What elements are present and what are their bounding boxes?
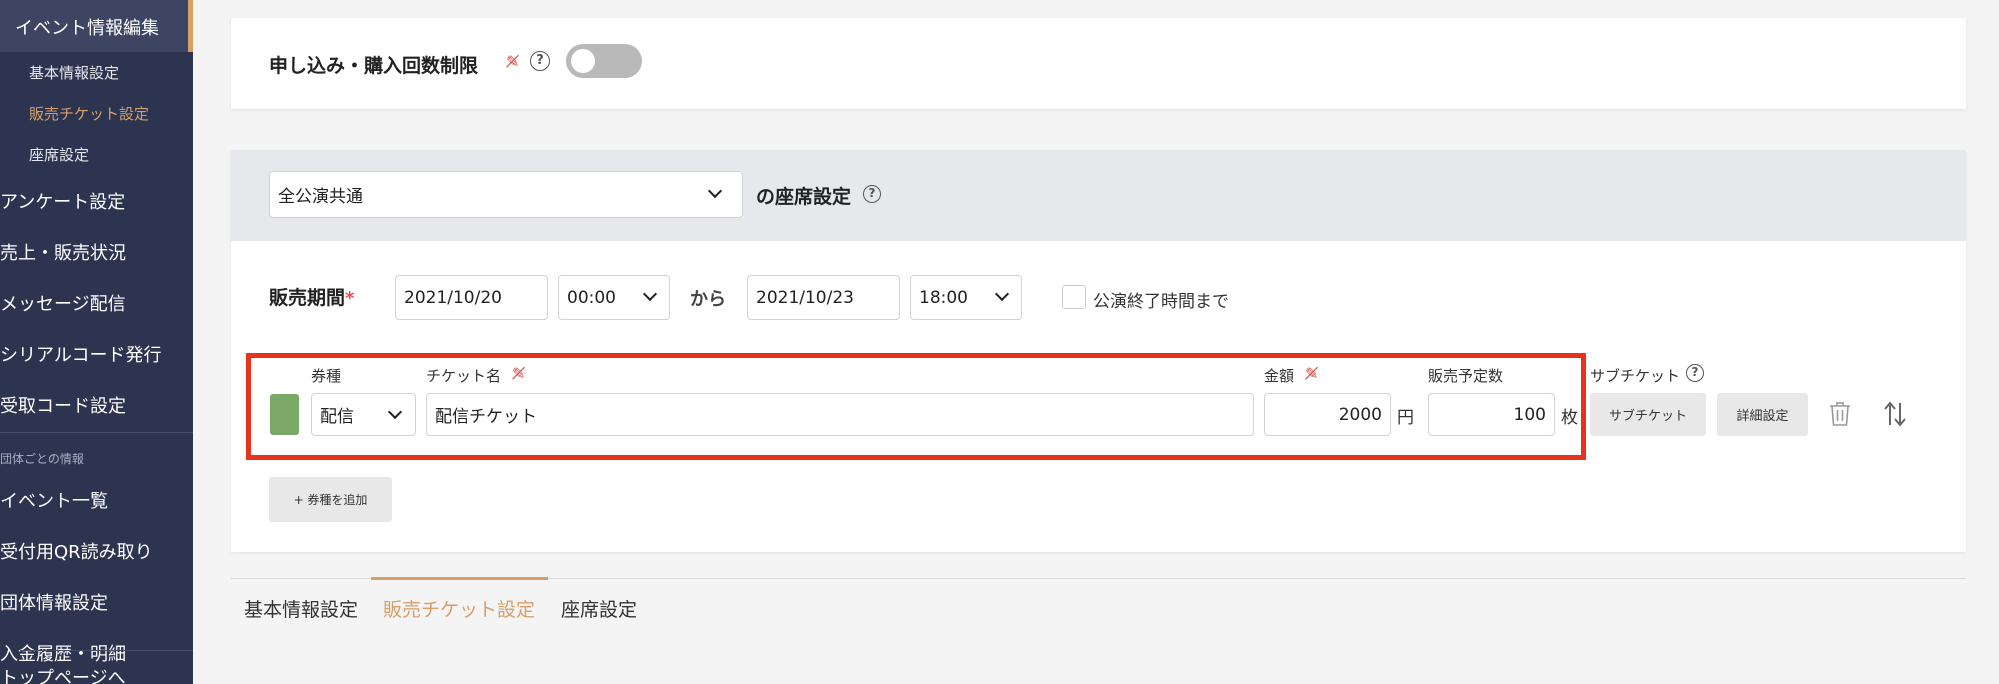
sidebar-subitem-basic-info[interactable]: 基本情報設定	[29, 62, 119, 83]
sidebar-item-group-settings[interactable]: 団体情報設定	[0, 589, 108, 615]
tab-basic-info[interactable]: 基本情報設定	[244, 595, 358, 622]
toggle-knob	[571, 49, 595, 73]
highlight-box	[246, 353, 1586, 460]
performance-select[interactable]: 全公演共通	[269, 171, 743, 218]
start-time-value: 00:00	[567, 287, 616, 308]
sidebar-item-event-edit[interactable]: イベント情報編集	[0, 0, 193, 52]
sidebar-item-messages[interactable]: メッセージ配信	[0, 290, 126, 316]
chevron-down-icon	[994, 286, 1010, 302]
sub-ticket-header: サブチケット	[1590, 367, 1681, 385]
sidebar-item-label: イベント情報編集	[15, 18, 159, 39]
required-mark: *	[345, 288, 355, 309]
sidebar-item-serial-code[interactable]: シリアルコード発行	[0, 341, 161, 367]
end-time-value: 18:00	[919, 287, 968, 308]
sidebar-item-qr-reader[interactable]: 受付用QR読み取り	[0, 538, 153, 564]
sidebar-divider	[20, 650, 193, 651]
purchase-limit-toggle[interactable]	[566, 44, 642, 78]
active-tab-indicator	[371, 577, 548, 580]
sub-ticket-button[interactable]: サブチケット	[1590, 393, 1706, 436]
purchase-limit-card: 申し込み・購入回数制限 ✎̸ ?	[231, 18, 1966, 109]
tab-seat-settings[interactable]: 座席設定	[561, 595, 637, 622]
chevron-down-icon	[707, 183, 723, 199]
chevron-down-icon	[642, 286, 658, 302]
seat-settings-header: 全公演共通 の座席設定 ?	[231, 150, 1966, 241]
add-ticket-type-button[interactable]: + 券種を追加	[269, 477, 392, 522]
seat-settings-label: の座席設定	[756, 186, 852, 208]
trash-icon[interactable]	[1829, 401, 1851, 427]
end-time-select[interactable]: 18:00	[910, 275, 1022, 320]
sidebar-item-survey[interactable]: アンケート設定	[0, 188, 125, 214]
disabled-edit-icon: ✎̸	[506, 52, 520, 71]
sidebar: イベント情報編集 基本情報設定 販売チケット設定 座席設定 アンケート設定 売上…	[0, 0, 193, 684]
end-date-input[interactable]: 2021/10/23	[747, 275, 900, 320]
sidebar-divider	[0, 432, 193, 433]
sidebar-item-payment-history[interactable]: 入金履歴・明細	[0, 640, 126, 666]
detail-settings-button[interactable]: 詳細設定	[1717, 393, 1808, 436]
sidebar-item-top-page[interactable]: トップページへ	[0, 664, 126, 684]
sort-icon[interactable]	[1883, 401, 1907, 427]
until-end-checkbox[interactable]	[1062, 285, 1086, 309]
start-time-select[interactable]: 00:00	[558, 275, 670, 320]
sidebar-subitem-seat-settings[interactable]: 座席設定	[29, 144, 89, 165]
sidebar-subitem-ticket-settings[interactable]: 販売チケット設定	[29, 103, 149, 124]
sidebar-item-sales[interactable]: 売上・販売状況	[0, 239, 126, 265]
purchase-limit-title: 申し込み・購入回数制限	[269, 55, 479, 77]
ticket-color-swatch[interactable]	[270, 394, 299, 435]
performance-select-value: 全公演共通	[278, 187, 363, 207]
sidebar-item-event-list[interactable]: イベント一覧	[0, 487, 108, 513]
tab-ticket-settings[interactable]: 販売チケット設定	[383, 595, 535, 622]
ticket-settings-card: 全公演共通 の座席設定 ? 販売期間* 2021/10/20 00:00 から …	[231, 150, 1966, 552]
sidebar-section-label: 団体ごとの情報	[0, 452, 84, 466]
until-end-label: 公演終了時間まで	[1093, 292, 1229, 312]
sales-period-label: 販売期間*	[269, 287, 355, 309]
sidebar-item-receipt-code[interactable]: 受取コード設定	[0, 392, 126, 418]
from-label: から	[690, 289, 726, 310]
help-icon[interactable]: ?	[863, 185, 881, 203]
start-date-input[interactable]: 2021/10/20	[395, 275, 548, 320]
help-icon[interactable]: ?	[1686, 364, 1704, 382]
help-icon[interactable]: ?	[530, 51, 550, 71]
